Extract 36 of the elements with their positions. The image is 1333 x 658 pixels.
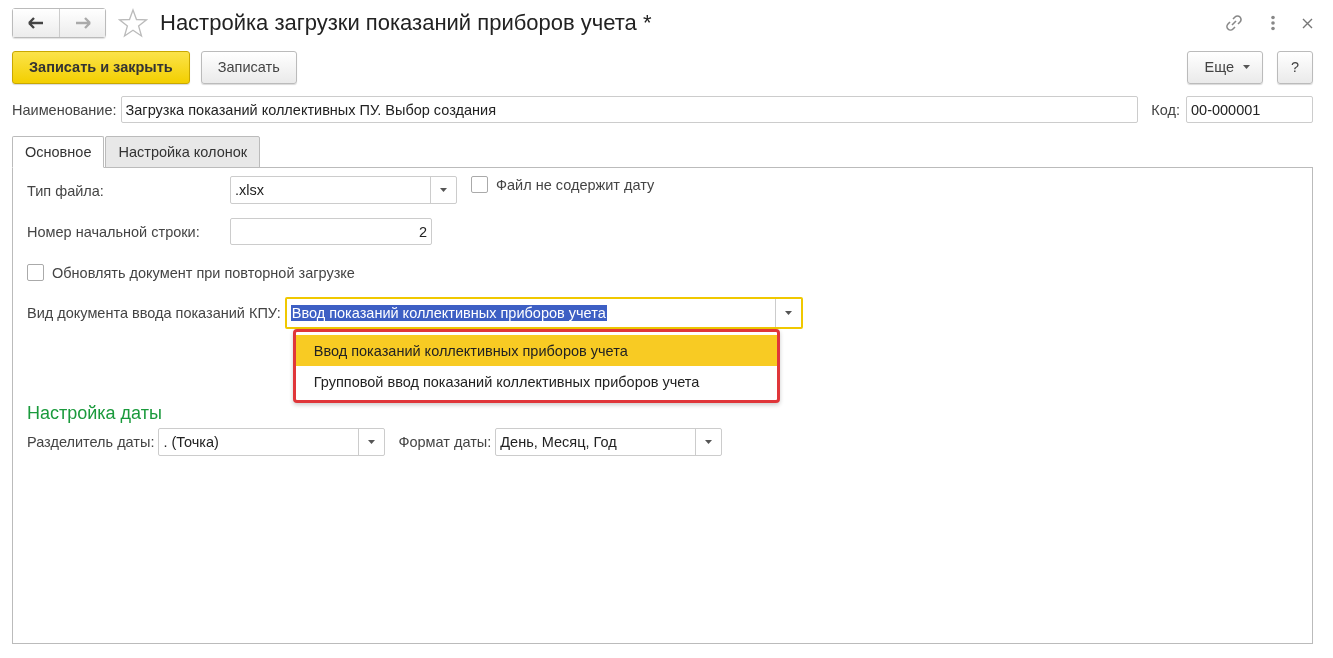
star-icon[interactable] — [118, 8, 148, 38]
field-label: Разделитель даты: — [27, 433, 155, 450]
caret-icon — [440, 188, 447, 192]
tab[interactable]: Настройка колонок — [105, 136, 261, 168]
toolbar-button[interactable]: Записать — [200, 50, 297, 84]
document-kind-dropdown[interactable]: Ввод показаний коллективных приборов учета — [284, 297, 803, 329]
field-label: Наименование: — [12, 101, 117, 118]
more-icon[interactable] — [1270, 15, 1276, 31]
tab[interactable]: Основное — [12, 136, 105, 168]
toolbar-button[interactable]: Записать и закрыть — [12, 50, 190, 84]
number-field[interactable]: 2 — [230, 218, 432, 245]
close-icon[interactable] — [1302, 17, 1313, 29]
field-label: Тип файла: — [27, 182, 105, 199]
file-type-dropdown[interactable]: .xlsx — [230, 176, 457, 204]
link-icon[interactable] — [1224, 13, 1244, 33]
name-field[interactable]: Загрузка показаний коллективных ПУ. Выбор создания — [120, 96, 1139, 123]
section-title: Настройка даты — [27, 403, 163, 424]
caret-icon — [368, 439, 376, 444]
field-label: Вид документа ввода показаний КПУ: — [27, 305, 281, 321]
help-button[interactable]: ? — [1277, 50, 1313, 84]
field-label: Номер начальной строки: — [27, 223, 201, 240]
field-label: Код: — [1151, 101, 1180, 118]
date-format-dropdown[interactable]: День, Месяц, Год — [495, 427, 723, 456]
caret-icon — [1243, 65, 1250, 69]
right-arrow-icon — [74, 17, 91, 29]
dropdown-option[interactable]: Групповой ввод показаний коллективных приборов учета — [295, 366, 777, 397]
nav-button[interactable] — [13, 9, 59, 37]
caret-icon — [784, 311, 792, 315]
window-title: Настройка загрузки показаний приборов учета * — [160, 10, 652, 36]
dropdown-option[interactable]: Ввод показаний коллективных приборов учета — [295, 335, 777, 366]
caret-icon — [705, 439, 713, 444]
field-label: Формат даты: — [398, 433, 492, 450]
date-separator-dropdown[interactable]: . (Точка) — [158, 427, 386, 456]
more-button[interactable]: Еще — [1187, 50, 1263, 84]
code-field[interactable]: 00-000001 — [1186, 96, 1313, 123]
left-arrow-icon — [28, 17, 44, 29]
